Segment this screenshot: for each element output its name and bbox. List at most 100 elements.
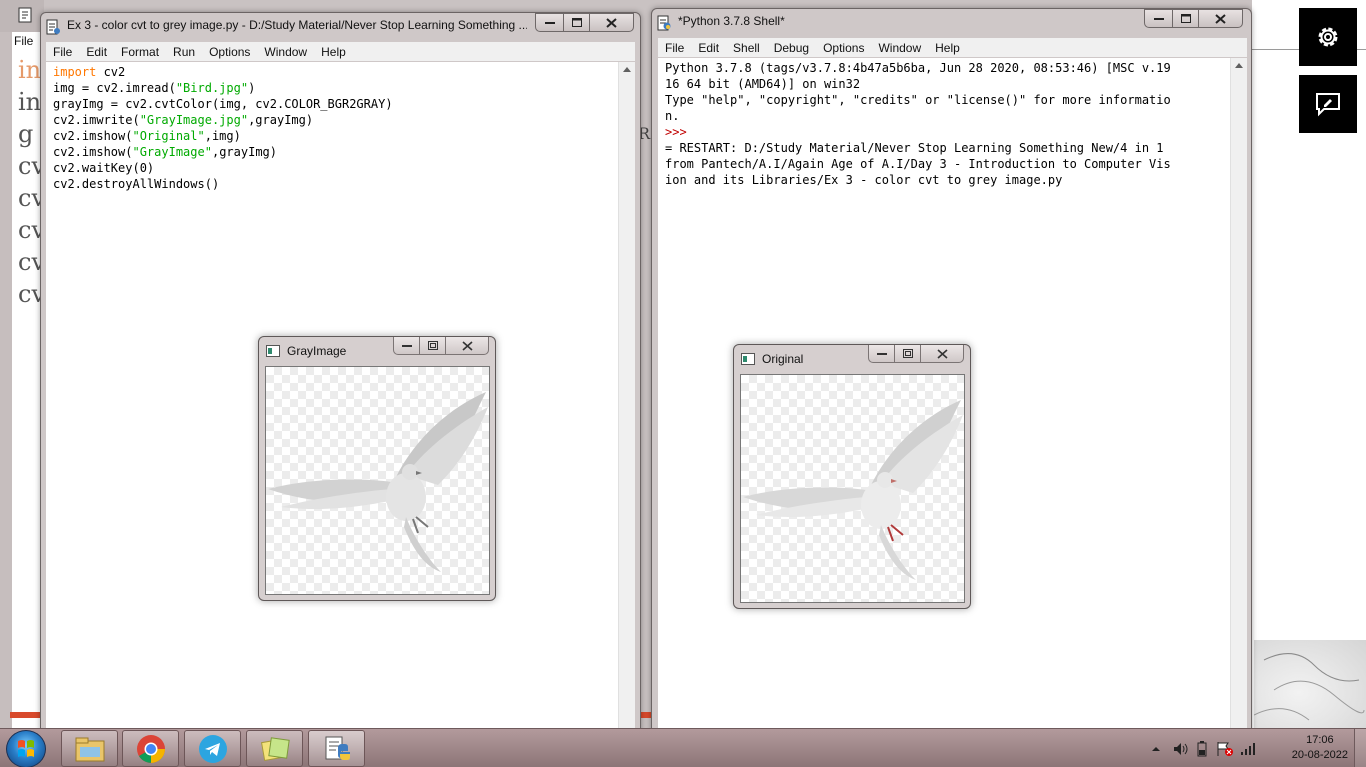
shell-title: *Python 3.7.8 Shell* bbox=[678, 14, 785, 28]
shell-line[interactable]: >>> bbox=[665, 124, 1171, 140]
menu-help[interactable]: Help bbox=[928, 41, 967, 55]
feedback-button[interactable] bbox=[1299, 75, 1357, 133]
editor-title: Ex 3 - color cvt to grey image.py - D:/S… bbox=[67, 18, 527, 32]
close-button[interactable] bbox=[589, 13, 634, 32]
shell-line[interactable]: from Pantech/A.I/Again Age of A.I/Day 3 … bbox=[665, 156, 1171, 172]
scroll-up-icon[interactable] bbox=[623, 67, 631, 72]
menu-window[interactable]: Window bbox=[257, 45, 314, 59]
menu-format[interactable]: Format bbox=[114, 45, 166, 59]
windows-logo-icon bbox=[18, 740, 34, 757]
bird-icon bbox=[743, 400, 963, 580]
volume-icon[interactable] bbox=[1172, 741, 1188, 757]
maximize-button[interactable] bbox=[419, 337, 445, 355]
shell-line[interactable]: = RESTART: D:/Study Material/Never Stop … bbox=[665, 140, 1171, 156]
shell-titlebar[interactable]: *Python 3.7.8 Shell* bbox=[652, 9, 1251, 37]
code-token: grayImg = cv2.cvtColor(img, cv2.COLOR_BG… bbox=[53, 97, 393, 111]
code-line[interactable]: img = cv2.imread("Bird.jpg") bbox=[53, 80, 393, 96]
scroll-up-icon[interactable] bbox=[1235, 63, 1243, 68]
window-app-icon bbox=[266, 345, 280, 357]
maximize-button[interactable] bbox=[563, 13, 589, 32]
code-token: cv2.waitKey(0) bbox=[53, 161, 155, 175]
menu-options[interactable]: Options bbox=[202, 45, 257, 59]
menu-edit[interactable]: Edit bbox=[79, 45, 114, 59]
battery-icon[interactable] bbox=[1196, 740, 1208, 757]
original-window[interactable]: Original bbox=[733, 344, 971, 609]
menu-window[interactable]: Window bbox=[871, 41, 928, 55]
clock-date: 20-08-2022 bbox=[1291, 749, 1348, 761]
menu-file[interactable]: File bbox=[46, 45, 79, 59]
code-line[interactable]: cv2.imwrite("GrayImage.jpg",grayImg) bbox=[53, 112, 393, 128]
code-text[interactable]: import cv2 img = cv2.imread("Bird.jpg") gr… bbox=[53, 64, 393, 192]
maximize-button[interactable] bbox=[894, 345, 920, 363]
menu-edit[interactable]: Edit bbox=[691, 41, 726, 55]
settings-button[interactable] bbox=[1299, 8, 1357, 66]
shell-line[interactable]: 16 64 bit (AMD64)] on win32 bbox=[665, 76, 1171, 92]
shell-line[interactable]: n. bbox=[665, 108, 1171, 124]
minimize-button[interactable] bbox=[393, 337, 419, 355]
close-button[interactable] bbox=[445, 337, 489, 355]
editor-titlebar[interactable]: Ex 3 - color cvt to grey image.py - D:/S… bbox=[41, 13, 640, 41]
code-token: ) bbox=[248, 81, 256, 95]
vertical-scrollbar[interactable] bbox=[618, 62, 635, 729]
shell-line[interactable]: Python 3.7.8 (tags/v3.7.8:4b47a5b6ba, Ju… bbox=[665, 60, 1171, 76]
vertical-scrollbar[interactable] bbox=[1230, 58, 1247, 729]
menu-file[interactable]: File bbox=[658, 41, 691, 55]
shell-line[interactable]: Type "help", "copyright", "credits" or "… bbox=[665, 92, 1171, 108]
menu-options[interactable]: Options bbox=[816, 41, 871, 55]
taskbar-python-idle[interactable] bbox=[308, 730, 365, 767]
taskbar-chrome[interactable] bbox=[122, 730, 179, 767]
maximize-icon bbox=[427, 341, 438, 350]
chevron-up-icon[interactable] bbox=[1150, 744, 1162, 754]
minimize-button[interactable] bbox=[535, 13, 563, 32]
editor-menubar: File Edit Format Run Options Window Help bbox=[46, 42, 635, 61]
code-token: "Bird.jpg" bbox=[175, 81, 249, 95]
code-line[interactable]: grayImg = cv2.cvtColor(img, cv2.COLOR_BG… bbox=[53, 96, 393, 112]
original-title: Original bbox=[762, 352, 804, 366]
original-bird-image bbox=[740, 374, 965, 603]
code-token: ,grayImg) bbox=[211, 145, 277, 159]
taskbar-telegram[interactable] bbox=[184, 730, 241, 767]
maximize-button[interactable] bbox=[1172, 9, 1198, 28]
file-explorer-icon bbox=[75, 737, 104, 761]
python-shell-icon bbox=[657, 15, 671, 31]
code-line[interactable]: cv2.destroyAllWindows() bbox=[53, 176, 393, 192]
background-window[interactable]: File in in g cv cv cv cv cv bbox=[0, 0, 45, 728]
minimize-icon bbox=[876, 352, 887, 355]
minimize-button[interactable] bbox=[1144, 9, 1172, 28]
minimize-button[interactable] bbox=[868, 345, 894, 363]
show-desktop-button[interactable] bbox=[1354, 729, 1366, 767]
start-button[interactable] bbox=[6, 730, 46, 767]
menu-debug[interactable]: Debug bbox=[767, 41, 816, 55]
background-highlight bbox=[10, 712, 40, 718]
close-icon bbox=[1215, 13, 1226, 24]
idle-file-icon bbox=[46, 19, 60, 35]
taskbar-sticky-notes[interactable] bbox=[246, 730, 303, 767]
menu-run[interactable]: Run bbox=[166, 45, 202, 59]
code-token: ,grayImg) bbox=[248, 113, 314, 127]
menu-file[interactable]: File bbox=[14, 34, 33, 48]
menu-help[interactable]: Help bbox=[314, 45, 353, 59]
desktop-wallpaper bbox=[1254, 640, 1366, 728]
code-line[interactable]: cv2.waitKey(0) bbox=[53, 160, 393, 176]
code-token: "Original" bbox=[132, 129, 205, 143]
bird-icon bbox=[268, 392, 488, 572]
code-line[interactable]: cv2.imshow("Original",img) bbox=[53, 128, 393, 144]
signal-icon[interactable] bbox=[1240, 742, 1256, 756]
grayimage-window[interactable]: GrayImage bbox=[258, 336, 496, 601]
background-window-titlebar[interactable] bbox=[0, 0, 44, 32]
close-button[interactable] bbox=[1198, 9, 1243, 28]
clock[interactable]: 17:06 20-08-2022 bbox=[1292, 733, 1348, 763]
code-line[interactable]: cv2.imshow("GrayImage",grayImg) bbox=[53, 144, 393, 160]
menu-shell[interactable]: Shell bbox=[726, 41, 767, 55]
flag-icon[interactable] bbox=[1216, 741, 1234, 757]
code-line[interactable]: import cv2 bbox=[53, 64, 393, 80]
code-token: cv2 bbox=[96, 65, 126, 79]
feedback-icon bbox=[1316, 93, 1340, 117]
close-icon bbox=[606, 17, 617, 28]
code-token: cv2.destroyAllWindows() bbox=[53, 177, 220, 191]
close-button[interactable] bbox=[920, 345, 964, 363]
minimize-icon bbox=[1153, 17, 1164, 20]
taskbar-file-explorer[interactable] bbox=[61, 730, 118, 767]
shell-line[interactable]: ion and its Libraries/Ex 3 - color cvt t… bbox=[665, 172, 1171, 188]
shell-text[interactable]: Python 3.7.8 (tags/v3.7.8:4b47a5b6ba, Ju… bbox=[665, 60, 1171, 188]
